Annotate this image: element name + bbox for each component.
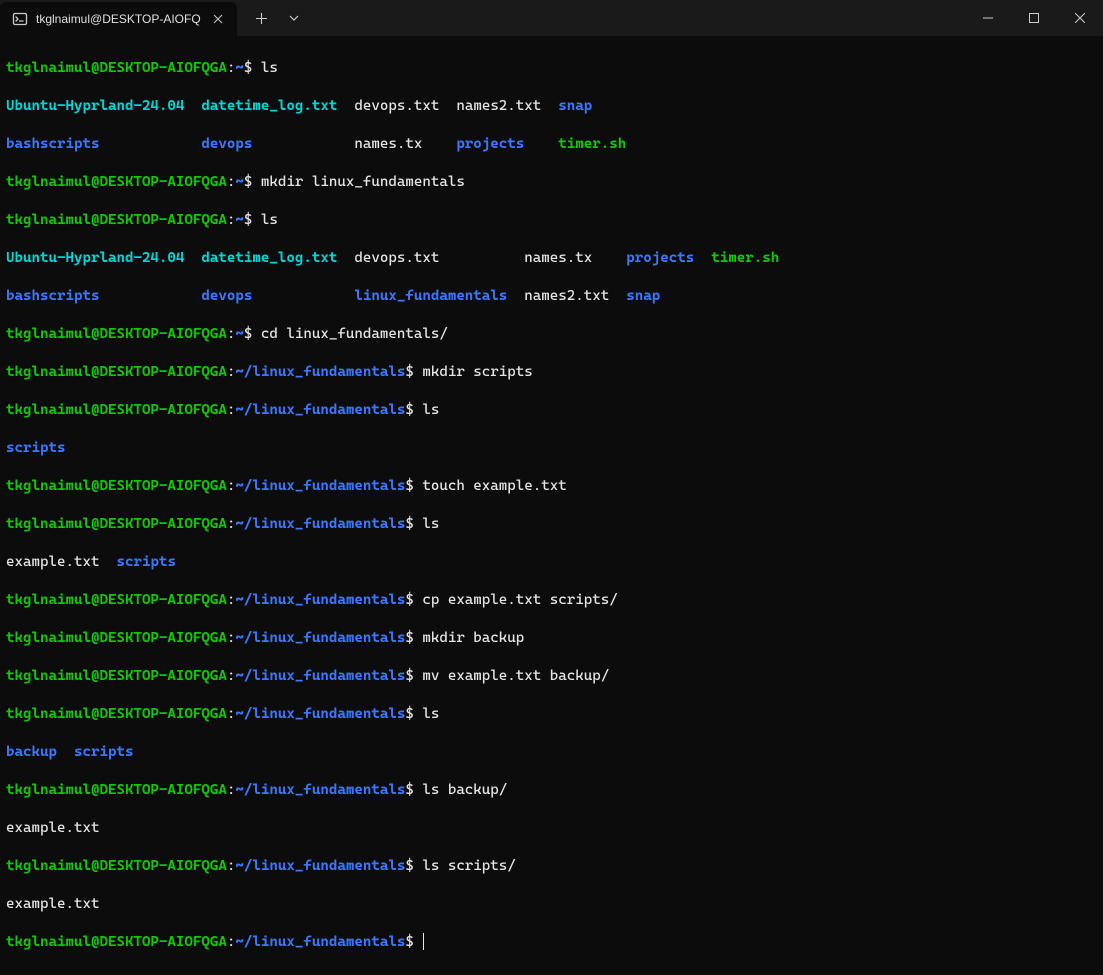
ls-output: Ubuntu-Hyprland-24.04 datetime_log.txt d… (6, 97, 1097, 116)
tab-title: tkglnaimul@DESKTOP-AIOFQ (36, 12, 201, 26)
prompt-line: tkglnaimul@DESKTOP-AIOFQGA:~/linux_funda… (6, 781, 1097, 800)
prompt-line: tkglnaimul@DESKTOP-AIOFQGA:~/linux_funda… (6, 857, 1097, 876)
prompt-line: tkglnaimul@DESKTOP-AIOFQGA:~$ mkdir linu… (6, 173, 1097, 192)
ls-output: bashscripts devops names.tx projects tim… (6, 135, 1097, 154)
prompt-line: tkglnaimul@DESKTOP-AIOFQGA:~/linux_funda… (6, 401, 1097, 420)
maximize-button[interactable] (1011, 0, 1057, 36)
window-controls (965, 0, 1103, 36)
prompt-line: tkglnaimul@DESKTOP-AIOFQGA:~/linux_funda… (6, 705, 1097, 724)
new-tab-button[interactable] (245, 4, 279, 32)
tab-close-button[interactable] (209, 10, 227, 28)
prompt-line: tkglnaimul@DESKTOP-AIOFQGA:~$ ls (6, 211, 1097, 230)
current-prompt[interactable]: tkglnaimul@DESKTOP-AIOFQGA:~/linux_funda… (6, 933, 1097, 952)
minimize-button[interactable] (965, 0, 1011, 36)
close-window-button[interactable] (1057, 0, 1103, 36)
prompt-line: tkglnaimul@DESKTOP-AIOFQGA:~/linux_funda… (6, 515, 1097, 534)
prompt-line: tkglnaimul@DESKTOP-AIOFQGA:~/linux_funda… (6, 477, 1097, 496)
ls-output: example.txt scripts (6, 553, 1097, 572)
prompt-line: tkglnaimul@DESKTOP-AIOFQGA:~/linux_funda… (6, 591, 1097, 610)
active-tab[interactable]: tkglnaimul@DESKTOP-AIOFQ (0, 2, 237, 36)
ls-output: example.txt (6, 819, 1097, 838)
ls-output: bashscripts devops linux_fundamentals na… (6, 287, 1097, 306)
ls-output: scripts (6, 439, 1097, 458)
titlebar: tkglnaimul@DESKTOP-AIOFQ (0, 0, 1103, 36)
cursor (423, 933, 424, 950)
prompt-line: tkglnaimul@DESKTOP-AIOFQGA:~$ cd linux_f… (6, 325, 1097, 344)
prompt-line: tkglnaimul@DESKTOP-AIOFQGA:~/linux_funda… (6, 629, 1097, 648)
prompt-line: tkglnaimul@DESKTOP-AIOFQGA:~/linux_funda… (6, 667, 1097, 686)
ls-output: Ubuntu-Hyprland-24.04 datetime_log.txt d… (6, 249, 1097, 268)
prompt-line: tkglnaimul@DESKTOP-AIOFQGA:~$ ls (6, 59, 1097, 78)
ls-output: example.txt (6, 895, 1097, 914)
titlebar-drag-area[interactable] (307, 0, 965, 36)
ls-output: backup scripts (6, 743, 1097, 762)
prompt-line: tkglnaimul@DESKTOP-AIOFQGA:~/linux_funda… (6, 363, 1097, 382)
terminal-icon (12, 11, 28, 27)
terminal-output[interactable]: tkglnaimul@DESKTOP-AIOFQGA:~$ ls Ubuntu-… (0, 36, 1103, 975)
tab-dropdown-button[interactable] (281, 4, 307, 32)
tab-actions (237, 0, 307, 36)
